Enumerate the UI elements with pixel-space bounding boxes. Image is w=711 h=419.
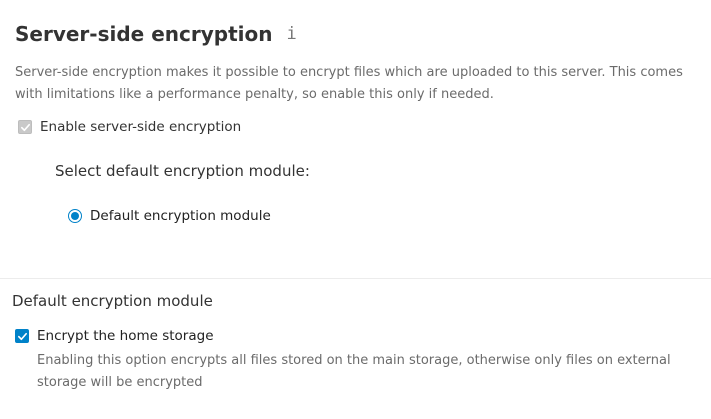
- default-module-radio-row[interactable]: Default encryption module: [68, 208, 271, 224]
- checkmark-icon: [20, 123, 30, 131]
- server-side-encryption-description: Server-side encryption makes it possible…: [15, 65, 683, 102]
- radio-selected-dot: [71, 212, 79, 220]
- checkmark-icon: [17, 332, 27, 340]
- encrypt-home-storage-checkbox[interactable]: [15, 329, 29, 343]
- info-icon[interactable]: i: [286, 23, 300, 45]
- default-module-radio-label[interactable]: Default encryption module: [90, 208, 271, 224]
- enable-encryption-label[interactable]: Enable server-side encryption: [40, 119, 241, 135]
- enable-encryption-checkbox[interactable]: [18, 120, 32, 134]
- encrypt-home-storage-checkbox-row[interactable]: Encrypt the home storage: [15, 328, 214, 344]
- server-side-encryption-title: Server-side encryption i: [15, 20, 300, 48]
- select-module-heading: Select default encryption module:: [55, 162, 310, 180]
- default-encryption-module-title: Default encryption module: [12, 292, 213, 310]
- encrypt-home-storage-help: Enabling this option encrypts all files …: [37, 353, 671, 390]
- server-side-encryption-title-text: Server-side encryption: [15, 22, 273, 46]
- admin-security-page: Server-side encryption i Server-side enc…: [0, 0, 711, 419]
- enable-encryption-checkbox-row[interactable]: Enable server-side encryption: [18, 119, 241, 135]
- encrypt-home-storage-label[interactable]: Encrypt the home storage: [37, 328, 214, 344]
- default-module-radio[interactable]: [68, 209, 82, 223]
- section-divider: [0, 278, 711, 279]
